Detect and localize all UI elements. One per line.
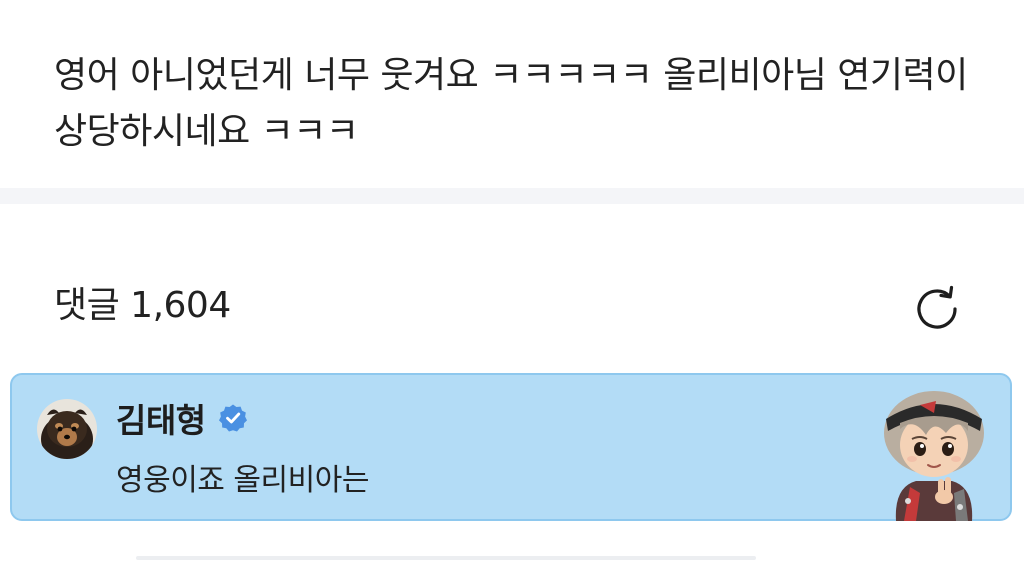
verified-badge-icon bbox=[218, 404, 247, 432]
dog-avatar-icon bbox=[37, 399, 97, 459]
post-body: 영어 아니었던게 너무 웃겨요 ㅋㅋㅋㅋㅋ 올리비아님 연기력이 상당하시네요 … bbox=[0, 0, 1024, 188]
avatar[interactable] bbox=[37, 399, 97, 459]
post-text: 영어 아니었던게 너무 웃겨요 ㅋㅋㅋㅋㅋ 올리비아님 연기력이 상당하시네요 … bbox=[54, 55, 968, 152]
section-divider bbox=[0, 188, 1024, 204]
comments-count-title: 댓글 1,604 bbox=[54, 285, 231, 326]
author-row: 김태형 bbox=[116, 393, 248, 443]
next-comment-edge bbox=[136, 556, 756, 560]
comments-header: 댓글 1,604 bbox=[0, 204, 1024, 370]
character-sticker bbox=[864, 383, 1004, 521]
comment-text: 영웅이죠 올리비아는 bbox=[116, 463, 369, 498]
character-sticker-icon bbox=[884, 391, 984, 521]
refresh-icon bbox=[917, 285, 957, 329]
author-name[interactable]: 김태형 bbox=[116, 394, 206, 442]
pinned-comment[interactable]: 김태형 영웅이죠 올리비아는 bbox=[10, 373, 1012, 521]
refresh-button[interactable] bbox=[908, 280, 966, 338]
